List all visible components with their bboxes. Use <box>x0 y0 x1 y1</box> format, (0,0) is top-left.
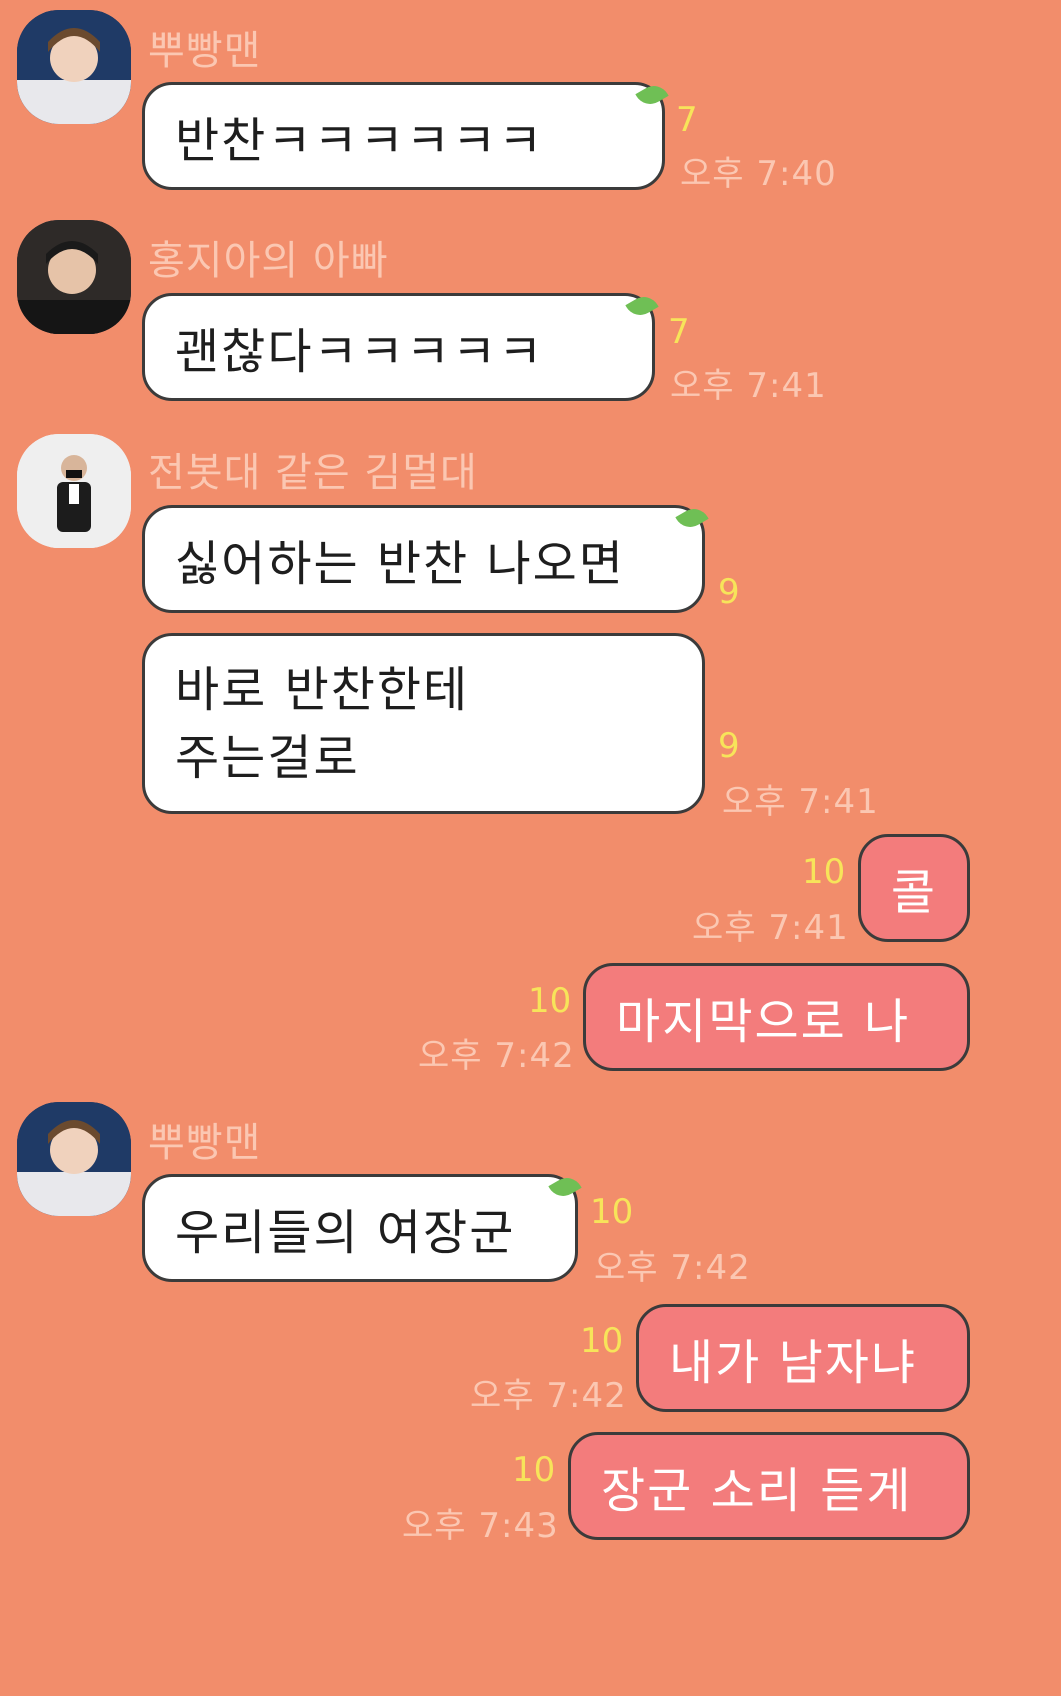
timestamp: 오후 7:40 <box>680 154 837 194</box>
avatar-pbbangman-icon <box>17 1102 131 1216</box>
message-bubble[interactable]: 마지막으로 나 <box>583 963 970 1071</box>
message-text: 괜찮다ㅋㅋㅋㅋㅋ <box>175 324 545 380</box>
message-bubble[interactable]: 우리들의 여장군 <box>142 1174 578 1282</box>
message-text: 콜 <box>890 865 938 921</box>
timestamp: 오후 7:41 <box>692 908 849 948</box>
message-bubble[interactable]: 싫어하는 반찬 나오면 <box>142 505 705 613</box>
unread-count: 10 <box>590 1192 634 1232</box>
message-bubble[interactable]: 괜찮다ㅋㅋㅋㅋㅋ <box>142 293 655 401</box>
timestamp: 오후 7:43 <box>402 1506 559 1546</box>
message-bubble[interactable]: 바로 반찬한테 주는걸로 <box>142 633 705 814</box>
unread-count: 10 <box>580 1321 624 1361</box>
message-line: 바로 반찬한테 <box>175 661 470 718</box>
timestamp: 오후 7:42 <box>418 1036 575 1076</box>
timestamp: 오후 7:41 <box>670 366 827 406</box>
message-text: 우리들의 여장군 <box>175 1205 516 1261</box>
message-bubble[interactable]: 장군 소리 듣게 <box>568 1432 970 1540</box>
avatar-pbbangman-icon <box>17 10 131 124</box>
message-bubble[interactable]: 콜 <box>858 834 970 942</box>
unread-count: 10 <box>802 852 846 892</box>
unread-count: 10 <box>512 1450 556 1490</box>
unread-count: 9 <box>718 726 740 766</box>
message-line: 주는걸로 <box>175 729 360 786</box>
timestamp: 오후 7:41 <box>722 782 879 822</box>
message-text: 마지막으로 나 <box>616 994 911 1050</box>
avatar-kimmeoldae-icon <box>17 434 131 548</box>
sender-name: 뿌빵맨 <box>148 28 262 74</box>
message-text: 싫어하는 반찬 나오면 <box>175 536 625 592</box>
avatar[interactable] <box>17 1102 131 1216</box>
unread-count: 10 <box>528 981 572 1021</box>
unread-count: 7 <box>668 312 690 352</box>
timestamp: 오후 7:42 <box>594 1248 751 1288</box>
sender-name: 전봇대 같은 김멀대 <box>148 450 478 496</box>
avatar[interactable] <box>17 434 131 548</box>
message-text: 반찬ㅋㅋㅋㅋㅋㅋ <box>175 113 545 169</box>
avatar[interactable] <box>17 10 131 124</box>
message-bubble[interactable]: 반찬ㅋㅋㅋㅋㅋㅋ <box>142 82 665 190</box>
message-bubble[interactable]: 내가 남자냐 <box>636 1304 970 1412</box>
timestamp: 오후 7:42 <box>470 1376 627 1416</box>
message-text: 내가 남자냐 <box>669 1335 918 1391</box>
message-text: 장군 소리 듣게 <box>601 1463 913 1519</box>
unread-count: 7 <box>676 100 698 140</box>
unread-count: 9 <box>718 572 740 612</box>
avatar-hongjia-dad-icon <box>17 220 131 334</box>
avatar[interactable] <box>17 220 131 334</box>
sender-name: 홍지아의 아빠 <box>148 238 389 284</box>
sender-name: 뿌빵맨 <box>148 1120 262 1166</box>
